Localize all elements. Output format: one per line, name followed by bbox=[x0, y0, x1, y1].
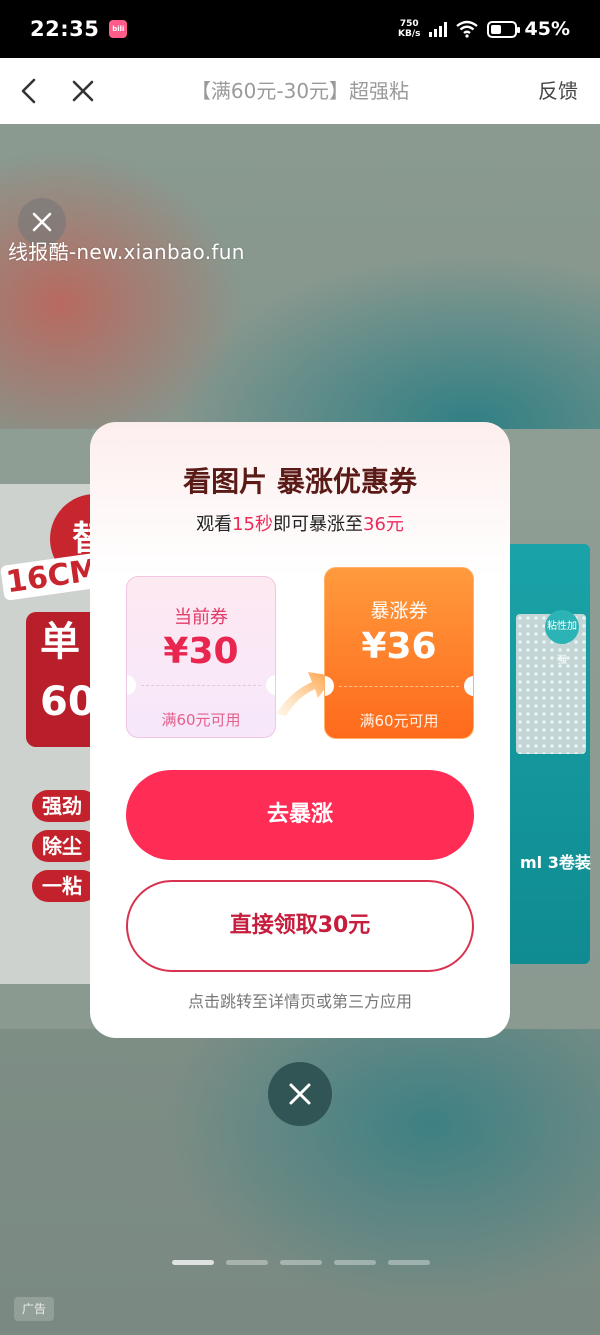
modal-footnote: 点击跳转至详情页或第三方应用 bbox=[187, 992, 412, 1011]
carousel-pager bbox=[172, 1260, 430, 1265]
modal-title: 看图片 暴涨优惠券 bbox=[183, 465, 417, 498]
boost-button[interactable]: 去暴涨 bbox=[126, 770, 474, 860]
page-title: 【满60元-30元】超强粘 bbox=[190, 79, 410, 103]
coupon-divider bbox=[141, 685, 261, 686]
network-speed-unit: KB/s bbox=[398, 29, 421, 39]
bilibili-app-icon: bili bbox=[109, 20, 128, 38]
feature-pill-1: 强劲 bbox=[32, 790, 98, 822]
subtitle-amount: 36元 bbox=[363, 514, 404, 535]
coupon-notch-right bbox=[464, 676, 473, 696]
pager-dot bbox=[226, 1260, 268, 1265]
current-coupon-condition: 满60元可用 bbox=[161, 711, 241, 729]
ad-label: 广告 bbox=[14, 1297, 55, 1321]
close-icon[interactable] bbox=[268, 1062, 332, 1126]
battery-fill bbox=[490, 24, 501, 34]
network-speed-value: 750 bbox=[399, 19, 419, 29]
feature-pill-3: 一粘 bbox=[32, 870, 98, 902]
product-price-panel: 单 60 bbox=[26, 612, 100, 747]
feedback-button[interactable]: 反馈 bbox=[538, 58, 578, 124]
refill-pack-product bbox=[506, 544, 590, 964]
feature-pill-2: 除尘 bbox=[32, 830, 98, 862]
subtitle-seconds: 15秒 bbox=[232, 514, 273, 535]
network-speed: 750 KB/s bbox=[398, 19, 420, 39]
modal-subtitle: 观看15秒即可暴涨至36元 bbox=[90, 510, 510, 536]
battery-icon bbox=[486, 20, 520, 38]
chevron-left-icon[interactable] bbox=[14, 76, 44, 106]
wifi-icon bbox=[455, 20, 478, 38]
current-coupon-label: 当前券 bbox=[174, 607, 228, 628]
refill-pack-label: ml 3卷装 bbox=[520, 853, 591, 872]
watermark-text: 线报酷-new.xianbao.fun bbox=[8, 240, 245, 264]
boost-coupon-label: 暴涨券 bbox=[370, 600, 428, 622]
pager-dot bbox=[280, 1260, 322, 1265]
subtitle-middle: 即可暴涨至 bbox=[273, 514, 363, 535]
claim-directly-button[interactable]: 直接领取30元 bbox=[126, 880, 474, 972]
coupon-divider bbox=[339, 686, 459, 687]
coupon-notch-left bbox=[325, 676, 334, 696]
sticky-strength-icon: 粘性加强 bbox=[545, 610, 579, 666]
subtitle-prefix: 观看 bbox=[196, 514, 233, 535]
boost-coupon-condition: 满60元可用 bbox=[359, 712, 439, 730]
coupon-notch-left bbox=[127, 675, 136, 695]
status-bar: 22:35 bili 750 KB/s 45% bbox=[0, 0, 600, 58]
top-nav: 【满60元-30元】超强粘 反馈 bbox=[0, 58, 600, 124]
current-coupon-card: 当前券 ¥30 满60元可用 bbox=[126, 576, 276, 738]
pager-dot bbox=[334, 1260, 376, 1265]
boost-coupon-amount: ¥36 bbox=[361, 626, 437, 667]
boost-coupon-modal: 看图片 暴涨优惠券 观看15秒即可暴涨至36元 当前券 ¥30 满60元可用 暴… bbox=[90, 422, 510, 1038]
pager-dot bbox=[388, 1260, 430, 1265]
status-indicators: 750 KB/s 45% bbox=[398, 18, 570, 40]
pager-dot bbox=[172, 1260, 214, 1265]
status-time: 22:35 bbox=[30, 17, 100, 41]
signal-icon bbox=[428, 21, 447, 37]
close-icon[interactable] bbox=[68, 76, 98, 106]
battery-percent: 45% bbox=[524, 18, 570, 40]
current-coupon-amount: ¥30 bbox=[163, 631, 239, 672]
boost-coupon-card: 暴涨券 ¥36 满60元可用 bbox=[324, 567, 474, 739]
